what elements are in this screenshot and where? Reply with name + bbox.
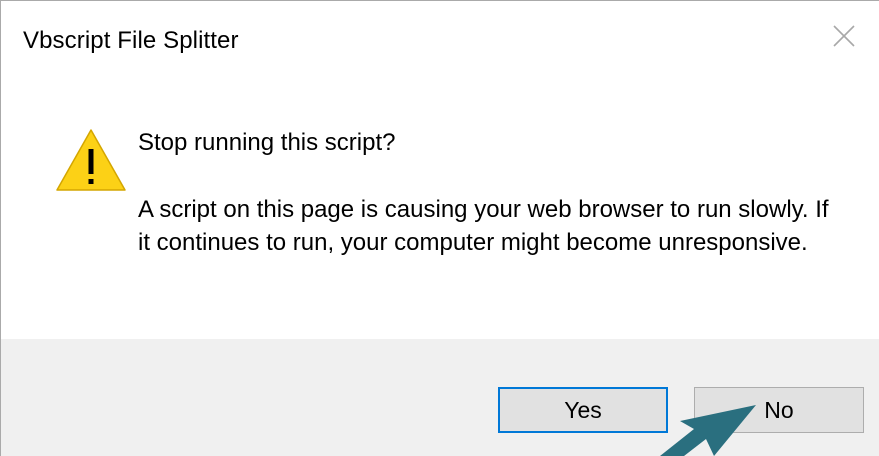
button-bar: Yes No — [1, 339, 879, 456]
close-button[interactable] — [809, 1, 879, 71]
yes-button[interactable]: Yes — [498, 387, 668, 433]
message-description: A script on this page is causing your we… — [138, 196, 829, 256]
title-bar[interactable]: Vbscript File Splitter — [1, 1, 879, 85]
window-title: Vbscript File Splitter — [23, 27, 239, 54]
message-dialog: Vbscript File Splitter Stop running this… — [0, 0, 879, 456]
no-button[interactable]: No — [694, 387, 864, 433]
dialog-content: Stop running this script? A script on th… — [1, 85, 879, 339]
main-instruction: Stop running this script? — [138, 129, 396, 156]
close-icon — [833, 25, 855, 47]
warning-icon — [56, 129, 126, 191]
